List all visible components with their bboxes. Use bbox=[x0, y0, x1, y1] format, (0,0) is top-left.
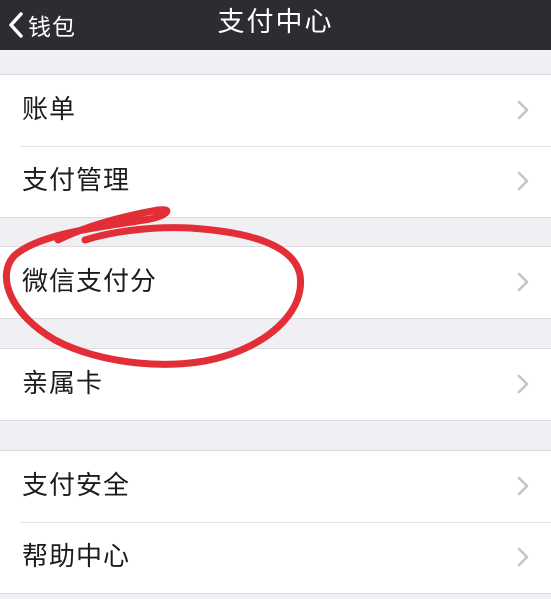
list-item-bills[interactable]: 账单 bbox=[0, 75, 551, 146]
list-item-payment-security[interactable]: 支付安全 bbox=[0, 451, 551, 522]
list-item-label: 帮助中心 bbox=[22, 542, 131, 572]
list-group-security: 支付安全 帮助中心 bbox=[0, 450, 551, 594]
chevron-right-icon bbox=[517, 374, 529, 394]
list-item-help-center[interactable]: 帮助中心 bbox=[0, 522, 551, 593]
chevron-right-icon bbox=[517, 100, 529, 120]
list-item-label: 亲属卡 bbox=[22, 369, 104, 399]
chevron-right-icon bbox=[517, 272, 529, 292]
list-item-label: 支付管理 bbox=[22, 166, 131, 196]
list-item-label: 支付安全 bbox=[22, 471, 131, 501]
page-title: 支付中心 bbox=[217, 7, 334, 38]
chevron-right-icon bbox=[517, 171, 529, 191]
chevron-right-icon bbox=[517, 547, 529, 567]
list-item-family-card[interactable]: 亲属卡 bbox=[0, 349, 551, 420]
back-label: 钱包 bbox=[28, 15, 76, 41]
list-group-score: 微信支付分 bbox=[0, 246, 551, 319]
list-item-payment-management[interactable]: 支付管理 bbox=[0, 146, 551, 217]
navigation-bar: 钱包 支付中心 bbox=[0, 0, 551, 50]
back-button[interactable]: 钱包 bbox=[8, 0, 76, 50]
list-group-billing: 账单 支付管理 bbox=[0, 74, 551, 218]
chevron-right-icon bbox=[517, 476, 529, 496]
chevron-left-icon bbox=[8, 11, 24, 39]
list-item-wechat-pay-score[interactable]: 微信支付分 bbox=[0, 247, 551, 318]
list-group-family: 亲属卡 bbox=[0, 348, 551, 421]
list-item-label: 账单 bbox=[22, 95, 77, 125]
list-item-label: 微信支付分 bbox=[22, 267, 158, 297]
